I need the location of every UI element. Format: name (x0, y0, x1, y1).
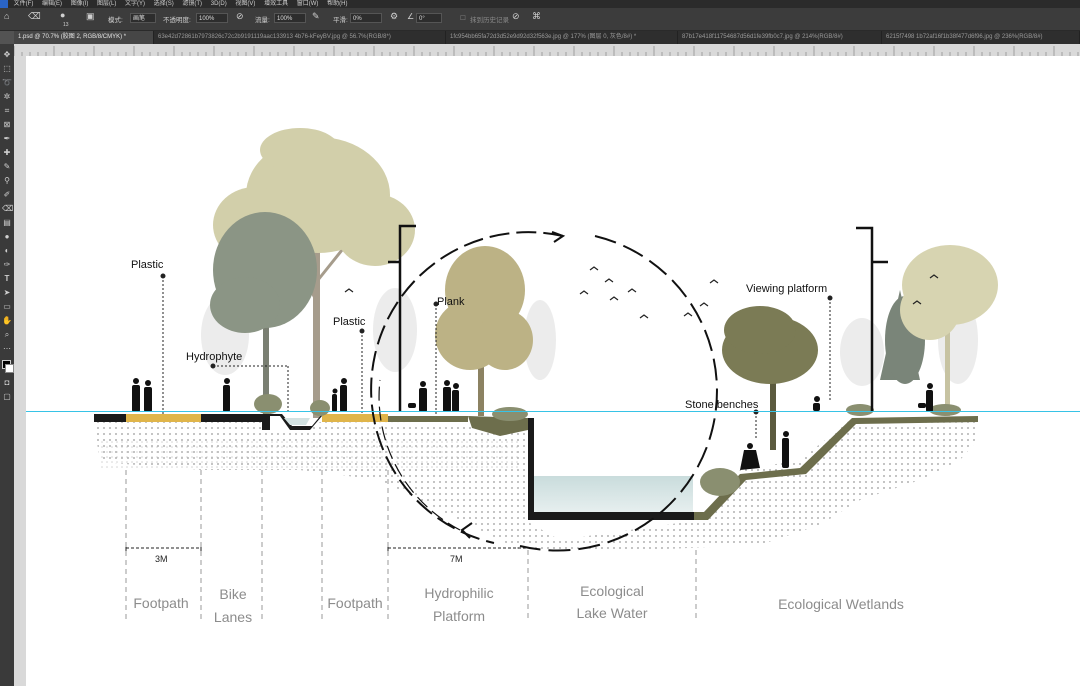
document-tab[interactable]: 6215f7498 1b72af16f1b38f477d6f96.jpg @ 2… (882, 31, 1080, 44)
eraser-icon[interactable]: ⌫ (2, 204, 13, 214)
brush-tool-icon[interactable]: ✎ (2, 162, 12, 172)
menu-select[interactable]: 选择(S) (154, 1, 174, 7)
symmetry-icon[interactable]: ⌘ (532, 11, 541, 22)
birds (344, 266, 939, 319)
menu-3d[interactable]: 3D(D) (211, 1, 227, 7)
frame-tool-icon[interactable]: ⊠ (2, 120, 12, 130)
move-tool-icon[interactable]: ✥ (2, 50, 12, 60)
options-bar: ⌂ ⌫ ● 13 ▣ 模式: 画笔 不透明度: 100% ⊘ 流量: 100% … (0, 8, 1080, 31)
tab-label: 1fc954bb65fa72d3d52e9d92d32f563e.jpg @ 1… (450, 34, 637, 40)
quick-mask-icon[interactable]: ◘ (2, 378, 12, 388)
menu-file[interactable]: 文件(F) (14, 1, 34, 7)
document-tab[interactable]: 63e42d72861b7973826c72c2b9191119aac13391… (154, 31, 446, 44)
shape-tool-icon[interactable]: ▭ (2, 302, 12, 312)
label-plank: Plank (437, 296, 465, 308)
screen-mode-icon[interactable]: ▢ (2, 392, 12, 402)
zoom-tool-icon[interactable]: ⌕ (2, 330, 12, 340)
zone-footpath-1: Footpath (133, 595, 188, 611)
crop-tool-icon[interactable]: ⌗ (2, 106, 12, 116)
color-swatches-icon[interactable] (2, 360, 14, 373)
pressure-size-icon[interactable]: ⊘ (512, 11, 520, 22)
tab-label: 6215f7498 1b72af16f1b38f477d6f96.jpg @ 2… (886, 34, 1043, 40)
dimension-3m: 3M (155, 554, 168, 564)
gradient-tool-icon[interactable]: ▤ (2, 218, 12, 228)
airbrush-icon[interactable]: ✎ (312, 11, 320, 22)
erase-to-history-label: 抹到历史记录 (470, 17, 509, 24)
menu-layer[interactable]: 图层(L) (97, 1, 116, 7)
label-viewing-platform: Viewing platform (746, 283, 827, 295)
zone-wetlands: Ecological Wetlands (778, 596, 904, 612)
hand-tool-icon[interactable]: ✋ (2, 316, 12, 326)
label-plastic-left: Plastic (131, 259, 164, 271)
lasso-tool-icon[interactable]: ➰ (2, 78, 12, 88)
path-select-icon[interactable]: ➤ (2, 288, 12, 298)
menu-plugins[interactable]: 增效工具 (264, 1, 288, 7)
zone-hydrophilic-line-1: Hydrophilic (424, 585, 493, 601)
document-tab-bar: 1.psd @ 70.7% (胶图 2, RGB/8/CMYK) * 63e42… (14, 31, 1080, 44)
tools-panel: ✥ ⬚ ➰ ✲ ⌗ ⊠ ✒ ✚ ✎ ⚲ ✐ ⌫ ▤ ● ◐ ✑ T ➤ ▭ ✋ … (0, 44, 14, 686)
document-canvas[interactable]: Plastic Hydrophyte Plastic Plank Viewing… (26, 56, 1080, 686)
angle-input[interactable]: 0° (416, 13, 442, 23)
angle-icon: ∠ (407, 12, 415, 21)
menu-edit[interactable]: 编辑(E) (42, 1, 62, 7)
dimension-7m: 7M (450, 554, 463, 564)
dimension-lines (125, 542, 528, 554)
magic-wand-icon[interactable]: ✲ (2, 92, 12, 102)
zone-lake-line-1: Ecological (580, 583, 644, 599)
opacity-input[interactable]: 100% (196, 13, 228, 23)
photoshop-logo-icon (0, 0, 8, 8)
menu-filter[interactable]: 滤镜(T) (182, 1, 202, 7)
opacity-label: 不透明度: (163, 17, 191, 24)
tree-dark-olive-right (722, 306, 818, 450)
flow-input[interactable]: 100% (274, 13, 306, 23)
zone-lake-line-2: Lake Water (576, 605, 647, 621)
zone-hydrophilic-line-2: Platform (433, 608, 485, 624)
gear-icon[interactable]: ⚙ (390, 11, 398, 22)
pen-tool-icon[interactable]: ✑ (2, 260, 12, 270)
brush-size-value: 13 (63, 22, 69, 28)
label-hydrophyte: Hydrophyte (186, 351, 242, 363)
tab-label: 87b17e418f11754687d56d1fe39fb0c7.jpg @ 2… (682, 34, 843, 40)
dodge-tool-icon[interactable]: ◐ (2, 246, 12, 256)
menu-type[interactable]: 文字(Y) (125, 1, 145, 7)
mode-select[interactable]: 画笔 (130, 13, 156, 23)
eyedropper-icon[interactable]: ✒ (2, 134, 12, 144)
erase-to-history-checkbox[interactable]: ☐ (460, 14, 466, 22)
healing-brush-icon[interactable]: ✚ (2, 148, 12, 158)
flow-label: 流量: (255, 17, 270, 24)
zone-bike-line-2: Lanes (214, 609, 252, 625)
document-tab[interactable]: 87b17e418f11754687d56d1fe39fb0c7.jpg @ 2… (678, 31, 882, 44)
menu-window[interactable]: 窗口(W) (297, 1, 319, 7)
clone-stamp-icon[interactable]: ⚲ (2, 176, 12, 186)
home-icon[interactable]: ⌂ (4, 11, 9, 21)
smoothing-label: 平滑: (333, 17, 348, 24)
menu-view[interactable]: 视图(V) (235, 1, 255, 7)
document-tab[interactable]: 1.psd @ 70.7% (胶图 2, RGB/8/CMYK) * (14, 31, 154, 44)
menu-bar: 文件(F) 编辑(E) 图像(I) 图层(L) 文字(Y) 选择(S) 滤镜(T… (0, 0, 1080, 8)
marquee-tool-icon[interactable]: ⬚ (2, 64, 12, 74)
zone-bike-line-1: Bike (219, 586, 246, 602)
zone-footpath-2: Footpath (327, 595, 382, 611)
tree-right-group (880, 245, 998, 416)
label-plastic-mid: Plastic (333, 316, 366, 328)
brush-preset-icon[interactable]: ● (60, 10, 65, 20)
label-stone-benches: Stone benches (685, 399, 759, 411)
mode-label: 模式: (108, 17, 123, 24)
type-tool-icon[interactable]: T (2, 274, 12, 284)
tab-label: 1.psd @ 70.7% (胶图 2, RGB/8/CMYK) * (18, 34, 127, 40)
zone-labels: Footpath Bike Lanes Footpath Hydrophilic… (133, 583, 904, 625)
smoothing-input[interactable]: 0% (350, 13, 382, 23)
eraser-tool-icon[interactable]: ⌫ (28, 11, 41, 22)
tab-label: 63e42d72861b7973826c72c2b9191119aac13391… (158, 34, 391, 40)
pressure-opacity-icon[interactable]: ⊘ (236, 11, 244, 22)
menu-image[interactable]: 图像(I) (71, 1, 89, 7)
guide-line[interactable] (26, 411, 1080, 412)
history-brush-icon[interactable]: ✐ (2, 190, 12, 200)
menu-help[interactable]: 帮助(H) (327, 1, 347, 7)
more-tools-icon[interactable]: ⋯ (2, 344, 12, 354)
brush-settings-icon[interactable]: ▣ (86, 11, 95, 22)
document-tab[interactable]: 1fc954bb65fa72d3d52e9d92d32f563e.jpg @ 1… (446, 31, 678, 44)
blur-tool-icon[interactable]: ● (2, 232, 12, 242)
